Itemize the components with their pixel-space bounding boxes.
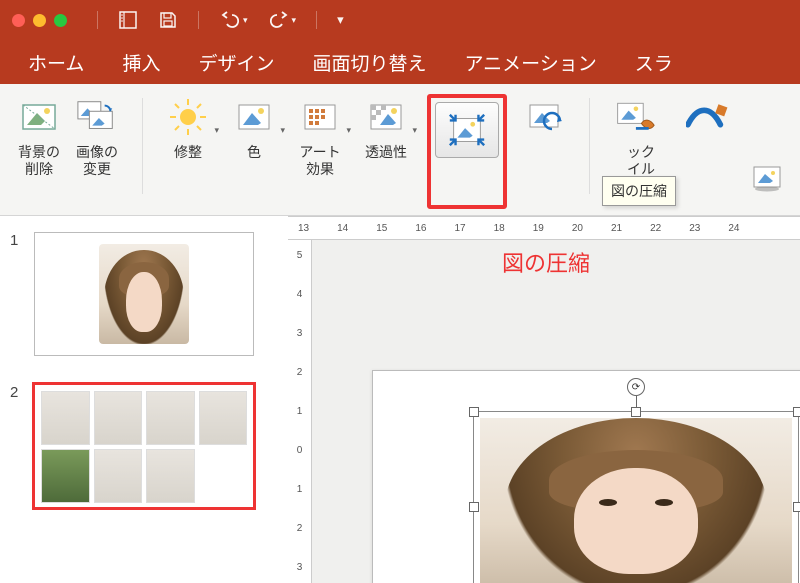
qat-separator: [198, 11, 199, 29]
compress-pictures-tooltip: 図の圧縮: [602, 176, 676, 206]
qat-separator: [316, 11, 317, 29]
ribbon: 背景の削除 画像の変更 修整 色 アート効果 透過性: [0, 84, 800, 216]
save-icon[interactable]: [158, 10, 178, 30]
ribbon-separator: [142, 98, 143, 194]
remove-background-label: 背景の削除: [18, 144, 60, 178]
qat-separator: [97, 11, 98, 29]
workspace: 1 2 131415161718192021222324: [0, 216, 800, 583]
thumbnail-number: 1: [10, 232, 24, 356]
tab-home[interactable]: ホーム: [28, 49, 84, 76]
change-picture-button[interactable]: 画像の変更: [72, 94, 122, 180]
annotation-highlight-box: [427, 94, 507, 209]
remove-background-button[interactable]: 背景の削除: [14, 94, 64, 180]
undo-icon[interactable]: ▾: [219, 11, 248, 29]
minimize-window-button[interactable]: [33, 14, 46, 27]
resize-handle-ml[interactable]: [469, 502, 479, 512]
transparency-button[interactable]: 透過性: [361, 94, 411, 209]
picture-border-button[interactable]: [682, 94, 732, 209]
compress-pictures-button[interactable]: [435, 102, 499, 158]
file-menu-icon[interactable]: [118, 10, 138, 30]
picture-border-icon: [686, 96, 728, 138]
quick-styles-icon: [614, 96, 656, 138]
selected-image[interactable]: ⟳: [473, 411, 799, 583]
remove-background-icon: [18, 96, 60, 138]
corrections-label: 修整: [174, 144, 202, 161]
transparency-icon: [365, 96, 407, 138]
artistic-effects-button[interactable]: アート効果: [295, 94, 345, 209]
resize-handle-tm[interactable]: [631, 407, 641, 417]
thumbnail-number: 2: [10, 384, 24, 508]
resize-handle-tl[interactable]: [469, 407, 479, 417]
compress-pictures-icon: [446, 109, 488, 151]
color-icon: [233, 96, 275, 138]
resize-handle-tr[interactable]: [793, 407, 800, 417]
close-window-button[interactable]: [12, 14, 25, 27]
horizontal-ruler: 131415161718192021222324: [288, 216, 800, 240]
window-controls: [12, 14, 67, 27]
slide-thumbnails-panel: 1 2: [0, 216, 288, 583]
corrections-button[interactable]: 修整: [163, 94, 213, 209]
thumbnail-item[interactable]: 1: [10, 232, 274, 356]
ribbon-separator: [589, 98, 590, 194]
rotate-handle[interactable]: ⟳: [627, 378, 645, 396]
tab-design[interactable]: デザイン: [198, 49, 274, 76]
change-picture-label: 画像の変更: [76, 144, 118, 178]
ribbon-tabs: ホーム 挿入 デザイン 画面切り替え アニメーション スラ: [0, 40, 800, 84]
thumbnail-item[interactable]: 2: [10, 384, 274, 508]
tab-transitions[interactable]: 画面切り替え: [312, 49, 426, 76]
tab-insert[interactable]: 挿入: [122, 49, 160, 76]
color-button[interactable]: 色: [229, 94, 279, 209]
slide-editor: 131415161718192021222324 543210123 図の圧縮 …: [288, 216, 800, 583]
slide-canvas[interactable]: ⟳: [372, 370, 800, 583]
transparency-label: 透過性: [365, 144, 407, 161]
canvas-area[interactable]: 図の圧縮 ⟳: [312, 240, 800, 583]
titlebar: ▾ ▾ ▾: [0, 0, 800, 40]
zoom-window-button[interactable]: [54, 14, 67, 27]
corrections-icon: [167, 96, 209, 138]
quick-styles-label: ックイル: [615, 144, 655, 178]
quick-access-toolbar: ▾ ▾ ▾: [97, 10, 344, 30]
tab-animations[interactable]: アニメーション: [464, 49, 596, 76]
reset-picture-icon: [523, 96, 565, 138]
thumbnail-slide-1[interactable]: [34, 232, 254, 356]
rotate-icon: ⟳: [632, 382, 640, 393]
color-label: 色: [247, 144, 261, 161]
reset-picture-button[interactable]: [519, 94, 569, 209]
thumbnail-slide-2[interactable]: [34, 384, 254, 508]
change-picture-icon: [76, 96, 118, 138]
artistic-effects-icon: [299, 96, 341, 138]
resize-handle-mr[interactable]: [793, 502, 800, 512]
vertical-ruler: 543210123: [288, 240, 312, 583]
redo-icon[interactable]: ▾: [268, 11, 297, 29]
artistic-effects-label: アート効果: [299, 144, 340, 178]
customize-qat-icon[interactable]: ▾: [337, 12, 344, 28]
annotation-text: 図の圧縮: [502, 246, 590, 278]
thumbnail-content-grid: [35, 385, 253, 507]
picture-effects-icon: [748, 157, 790, 199]
image-content: [480, 418, 792, 583]
picture-effects-button[interactable]: [744, 155, 794, 201]
tab-slideshow[interactable]: スラ: [635, 49, 673, 76]
